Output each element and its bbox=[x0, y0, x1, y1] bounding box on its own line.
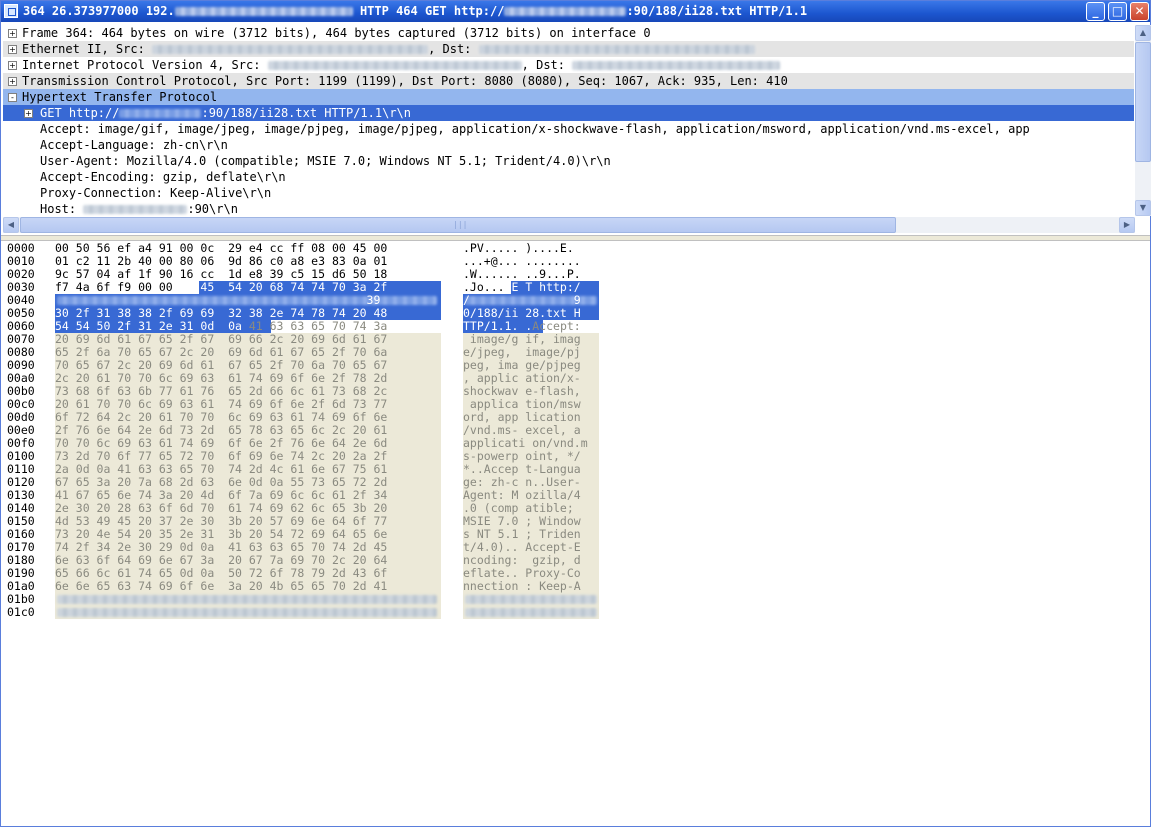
tree-row-label: Ethernet II, Src: , Dst: bbox=[22, 41, 755, 57]
tree-row-label: Proxy-Connection: Keep-Alive\r\n bbox=[40, 186, 272, 200]
redacted-ip bbox=[174, 7, 353, 16]
close-button[interactable]: ✕ bbox=[1130, 2, 1149, 21]
host-prefix: Host: bbox=[40, 202, 77, 216]
hex-row[interactable]: 01a0 6e 6e 65 63 74 69 6f 6e 3a 20 4b 65 … bbox=[1, 580, 621, 593]
ip-label: Internet Protocol Version 4, Src: bbox=[22, 58, 261, 72]
tree-row-label: Internet Protocol Version 4, Src: , Dst: bbox=[22, 57, 781, 73]
tree-row-label: Accept: image/gif, image/jpeg, image/pjp… bbox=[40, 122, 1030, 136]
tree-row-host[interactable]: Host: :90\r\n bbox=[3, 201, 1134, 217]
tree-row-accept-language[interactable]: Accept-Language: zh-cn\r\n bbox=[3, 137, 1134, 153]
redacted-host bbox=[83, 205, 188, 214]
tree-row-label: Accept-Encoding: gzip, deflate\r\n bbox=[40, 170, 286, 184]
collapse-icon[interactable]: - bbox=[8, 93, 17, 102]
tree-row-user-agent[interactable]: User-Agent: Mozilla/4.0 (compatible; MSI… bbox=[3, 153, 1134, 169]
ip-dst-label: , Dst: bbox=[521, 58, 566, 72]
tree-row-ethernet[interactable]: + Ethernet II, Src: , Dst: bbox=[3, 41, 1134, 57]
redacted-host bbox=[119, 109, 202, 118]
tree-row-tcp[interactable]: + Transmission Control Protocol, Src Por… bbox=[3, 73, 1134, 89]
host-suffix: :90\r\n bbox=[187, 202, 238, 216]
tree-row-label: Frame 364: 464 bytes on wire (3712 bits)… bbox=[22, 26, 651, 40]
tree-row-label: GET http:// :90/188/ii28.txt HTTP/1.1\r\n bbox=[40, 105, 411, 121]
expand-icon[interactable]: + bbox=[8, 45, 17, 54]
scroll-down-arrow-icon[interactable]: ▼ bbox=[1135, 200, 1151, 216]
details-vertical-scrollbar[interactable]: ▲ ▼ bbox=[1135, 25, 1151, 216]
hex-row[interactable]: 01b0 bbox=[1, 593, 621, 606]
title-suffix: HTTP 464 GET http:// bbox=[359, 4, 505, 18]
scroll-up-arrow-icon[interactable]: ▲ bbox=[1135, 25, 1151, 41]
hex-offset: 01c0 bbox=[7, 605, 35, 619]
scroll-left-arrow-icon[interactable]: ◀ bbox=[3, 217, 19, 233]
scroll-right-arrow-icon[interactable]: ▶ bbox=[1119, 217, 1135, 233]
details-horizontal-scrollbar[interactable]: ◀ ▶ bbox=[3, 217, 1135, 233]
tree-row-label: Host: :90\r\n bbox=[40, 201, 238, 217]
expand-icon[interactable]: + bbox=[24, 109, 33, 118]
redacted-ip-dst bbox=[572, 61, 781, 70]
packet-window: 364 26.373977000 192. HTTP 464 GET http:… bbox=[0, 0, 1151, 827]
expand-icon[interactable]: + bbox=[8, 61, 17, 70]
packet-bytes-pane: 0000 00 50 56 ef a4 91 00 0c 29 e4 cc ff … bbox=[1, 241, 1150, 826]
scroll-thumb[interactable] bbox=[1135, 42, 1151, 162]
expand-icon[interactable]: + bbox=[8, 77, 17, 86]
minimize-button[interactable]: _ bbox=[1086, 2, 1105, 21]
redacted-mac-src bbox=[152, 45, 429, 54]
redacted-mac-dst bbox=[478, 45, 755, 54]
ethernet-label: Ethernet II, Src: bbox=[22, 42, 145, 56]
tree-row-accept-encoding[interactable]: Accept-Encoding: gzip, deflate\r\n bbox=[3, 169, 1134, 185]
get-suffix: :90/188/ii28.txt HTTP/1.1\r\n bbox=[201, 106, 411, 120]
title-prefix: 364 26.373977000 192. bbox=[23, 4, 175, 18]
redacted-host bbox=[504, 7, 627, 16]
tree-row-label: Transmission Control Protocol, Src Port:… bbox=[22, 74, 788, 88]
packet-details-tree: + Frame 364: 464 bytes on wire (3712 bit… bbox=[3, 25, 1134, 217]
expand-icon[interactable]: + bbox=[8, 29, 17, 38]
title-url-tail: :90/188/ii28.txt HTTP/1.1 bbox=[626, 4, 808, 18]
tree-row-accept[interactable]: Accept: image/gif, image/jpeg, image/pjp… bbox=[3, 121, 1134, 137]
window-app-icon bbox=[4, 4, 18, 18]
tree-row-label: User-Agent: Mozilla/4.0 (compatible; MSI… bbox=[40, 154, 611, 168]
tree-row-proxy-connection[interactable]: Proxy-Connection: Keep-Alive\r\n bbox=[3, 185, 1134, 201]
tree-row-label: Accept-Language: zh-cn\r\n bbox=[40, 138, 228, 152]
tree-row-http[interactable]: - Hypertext Transfer Protocol bbox=[3, 89, 1134, 105]
tree-row-ip[interactable]: + Internet Protocol Version 4, Src: , Ds… bbox=[3, 57, 1134, 73]
scroll-thumb[interactable] bbox=[20, 217, 896, 233]
ethernet-dst-label: , Dst: bbox=[428, 42, 472, 56]
title-bar[interactable]: 364 26.373977000 192. HTTP 464 GET http:… bbox=[1, 1, 1150, 22]
tree-row-label: Hypertext Transfer Protocol bbox=[22, 90, 218, 104]
ascii-text: nnection : Keep-A bbox=[463, 579, 581, 593]
tree-row-frame[interactable]: + Frame 364: 464 bytes on wire (3712 bit… bbox=[3, 25, 1134, 41]
hex-bytes: 6e 6e 65 63 74 69 6f 6e 3a 20 4b 65 65 7… bbox=[55, 579, 388, 593]
tree-row-get[interactable]: + GET http:// :90/188/ii28.txt HTTP/1.1\r… bbox=[3, 105, 1134, 121]
get-prefix: GET http:// bbox=[40, 106, 120, 120]
window-title: 364 26.373977000 192. HTTP 464 GET http:… bbox=[23, 4, 807, 18]
hex-row[interactable]: 01c0 bbox=[1, 606, 621, 619]
maximize-button[interactable]: □ bbox=[1108, 2, 1127, 21]
redacted-ip-src bbox=[267, 61, 522, 70]
